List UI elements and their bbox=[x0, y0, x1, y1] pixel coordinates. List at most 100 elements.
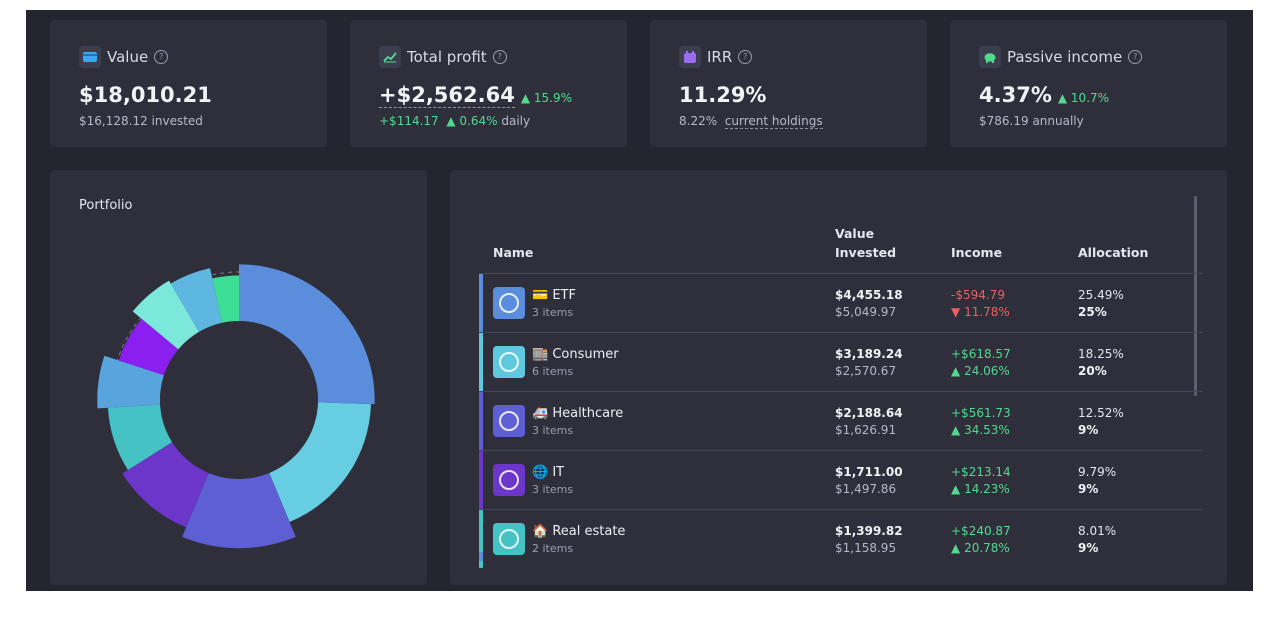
holdings-table: Name Value Invested Income Allocation 💳 E… bbox=[479, 202, 1203, 568]
donut-hole bbox=[160, 321, 318, 479]
value-amount: $18,010.21 bbox=[79, 83, 212, 107]
holding-name-cell: 🏠 Real estate 2 items bbox=[483, 509, 835, 568]
holding-item-count: 2 items bbox=[532, 541, 574, 555]
up-arrow-icon: ▲ bbox=[520, 91, 531, 105]
holding-avatar-icon bbox=[493, 287, 525, 319]
holding-value-cell: $4,455.18 $5,049.97 bbox=[835, 273, 951, 333]
holding-value-cell: $1,399.82 $1,158.95 bbox=[835, 509, 951, 568]
category-emoji-icon: 💳 bbox=[532, 287, 549, 303]
holding-target: 9% bbox=[1078, 540, 1099, 555]
table-row[interactable]: 💳 ETF 3 items $4,455.18 $5,049.97 -$594.79 ▼ … bbox=[479, 273, 1203, 333]
holding-name[interactable]: ETF bbox=[552, 288, 576, 303]
app-window: Value ? $18,010.21 $16,128.12 invested T… bbox=[26, 10, 1253, 591]
holding-income-cell: -$594.79 ▼ 11.78% bbox=[951, 273, 1078, 333]
holding-item-count: 3 items bbox=[532, 482, 574, 496]
col-name[interactable]: Name bbox=[483, 202, 835, 274]
holding-income: +$561.73 bbox=[951, 405, 1011, 420]
profit-header: Total profit ? bbox=[379, 46, 507, 68]
passive-label: Passive income bbox=[1007, 48, 1123, 66]
up-arrow-icon: ▲ bbox=[951, 540, 961, 555]
holding-invested: $2,570.67 bbox=[835, 363, 897, 378]
holding-avatar-icon bbox=[493, 464, 525, 496]
holding-name-cell: 🌐 IT 3 items bbox=[483, 450, 835, 510]
category-emoji-icon: 🏠 bbox=[532, 523, 549, 539]
piggy-bank-icon bbox=[979, 46, 1001, 68]
col-allocation[interactable]: Allocation bbox=[1078, 202, 1203, 274]
holding-invested: $1,158.95 bbox=[835, 540, 897, 555]
holding-invested: $1,497.86 bbox=[835, 481, 897, 496]
holding-target: 9% bbox=[1078, 422, 1099, 437]
holdings-card: Name Value Invested Income Allocation 💳 E… bbox=[450, 170, 1227, 585]
holding-income-cell: +$561.73 ▲ 34.53% bbox=[951, 391, 1078, 451]
down-arrow-icon: ▼ bbox=[951, 304, 961, 319]
holding-allocation-cell: 8.01% 9% bbox=[1078, 509, 1203, 568]
passive-change: ▲ 10.7% bbox=[1057, 91, 1110, 105]
holding-name[interactable]: Real estate bbox=[552, 524, 625, 539]
holding-allocation: 8.01% bbox=[1078, 523, 1117, 538]
holding-income-cell: +$213.14 ▲ 14.23% bbox=[951, 450, 1078, 510]
holding-income-pct: 20.78% bbox=[964, 540, 1010, 555]
irr-header: IRR ? bbox=[679, 46, 753, 68]
holding-item-count: 3 items bbox=[532, 423, 574, 437]
holding-name-cell: 🚑 Healthcare 3 items bbox=[483, 391, 835, 451]
category-emoji-icon: 🌐 bbox=[532, 464, 549, 480]
holding-allocation: 12.52% bbox=[1078, 405, 1124, 420]
passive-income-card: Passive income ? 4.37% ▲ 10.7% $786.19 a… bbox=[950, 20, 1227, 147]
table-row[interactable]: 🌐 IT 3 items $1,711.00 $1,497.86 +$213.14 ▲ 1… bbox=[479, 450, 1203, 510]
value-label: Value bbox=[107, 48, 149, 66]
profit-change: ▲ 15.9% bbox=[520, 91, 573, 105]
value-invested: $16,128.12 invested bbox=[79, 114, 203, 128]
holding-allocation: 18.25% bbox=[1078, 346, 1124, 361]
holding-allocation-cell: 25.49% 25% bbox=[1078, 273, 1203, 333]
holding-allocation: 9.79% bbox=[1078, 464, 1117, 479]
holding-income-cell: +$618.57 ▲ 24.06% bbox=[951, 332, 1078, 392]
holding-avatar-icon bbox=[493, 346, 525, 378]
up-arrow-icon: ▲ bbox=[951, 363, 961, 378]
table-row[interactable]: 🏬 Consumer 6 items $3,189.24 $2,570.67 +$618… bbox=[479, 332, 1203, 392]
holding-income-cell: +$240.87 ▲ 20.78% bbox=[951, 509, 1078, 568]
holding-income-pct: 34.53% bbox=[964, 422, 1010, 437]
holding-name[interactable]: Consumer bbox=[552, 347, 618, 362]
help-icon[interactable]: ? bbox=[154, 50, 169, 64]
holding-income-pct: 14.23% bbox=[964, 481, 1010, 496]
holding-allocation-cell: 9.79% 9% bbox=[1078, 450, 1203, 510]
holding-target: 9% bbox=[1078, 481, 1099, 496]
current-holdings-link[interactable]: current holdings bbox=[724, 114, 823, 129]
holding-target: 25% bbox=[1078, 304, 1107, 319]
help-icon[interactable]: ? bbox=[738, 50, 753, 64]
holding-value: $4,455.18 bbox=[835, 287, 903, 302]
holding-value-cell: $2,188.64 $1,626.91 bbox=[835, 391, 951, 451]
profit-daily: +$114.17 ▲ 0.64% daily bbox=[379, 114, 531, 128]
category-emoji-icon: 🚑 bbox=[532, 405, 549, 421]
holding-name-cell: 🏬 Consumer 6 items bbox=[483, 332, 835, 392]
category-emoji-icon: 🏬 bbox=[532, 346, 549, 362]
portfolio-donut-chart[interactable] bbox=[50, 170, 427, 585]
holding-income: +$618.57 bbox=[951, 346, 1011, 361]
value-card: Value ? $18,010.21 $16,128.12 invested bbox=[50, 20, 327, 147]
holding-value-cell: $3,189.24 $2,570.67 bbox=[835, 332, 951, 392]
col-income[interactable]: Income bbox=[951, 202, 1078, 274]
profit-amount: +$2,562.64 bbox=[379, 83, 515, 108]
holding-name[interactable]: IT bbox=[552, 465, 564, 480]
holding-income: +$240.87 bbox=[951, 523, 1011, 538]
table-row[interactable]: 🚑 Healthcare 3 items $2,188.64 $1,626.91 +$5… bbox=[479, 391, 1203, 451]
passive-annual: $786.19 annually bbox=[979, 114, 1084, 128]
table-row[interactable]: 🏠 Real estate 2 items $1,399.82 $1,158.95 +$… bbox=[479, 509, 1203, 568]
value-header: Value ? bbox=[79, 46, 169, 68]
holding-allocation: 25.49% bbox=[1078, 287, 1124, 302]
holding-income: -$594.79 bbox=[951, 287, 1005, 302]
up-arrow-icon: ▲ bbox=[951, 422, 961, 437]
row-color-bar bbox=[479, 552, 483, 561]
total-profit-card: Total profit ? +$2,562.64 ▲ 15.9% +$114.… bbox=[350, 20, 627, 147]
holding-value: $1,711.00 bbox=[835, 464, 903, 479]
holding-item-count: 3 items bbox=[532, 305, 574, 319]
col-value[interactable]: Value Invested bbox=[835, 202, 951, 274]
holding-invested: $5,049.97 bbox=[835, 304, 897, 319]
holding-target: 20% bbox=[1078, 363, 1107, 378]
holding-name[interactable]: Healthcare bbox=[552, 406, 623, 421]
help-icon[interactable]: ? bbox=[492, 50, 507, 64]
holding-value-cell: $1,711.00 $1,497.86 bbox=[835, 450, 951, 510]
holding-income-pct: 24.06% bbox=[964, 363, 1010, 378]
holding-allocation-cell: 18.25% 20% bbox=[1078, 332, 1203, 392]
help-icon[interactable]: ? bbox=[1128, 50, 1143, 64]
